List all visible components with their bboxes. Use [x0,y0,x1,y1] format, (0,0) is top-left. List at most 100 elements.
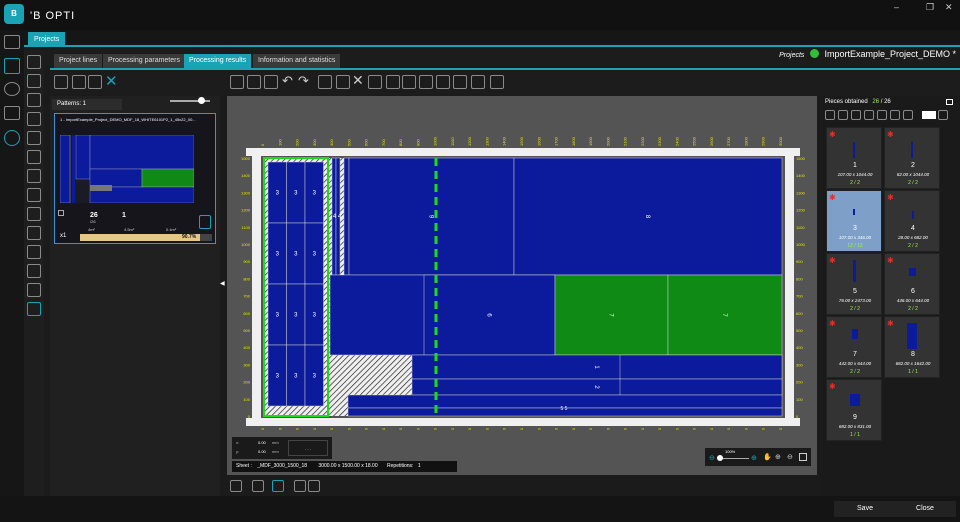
y-tick-label: 500 [796,328,803,333]
maximize-button[interactable]: ❐ [926,2,934,13]
sheet-info: Sheet : _MDF_3000_1500_18 3000.00 x 1500… [232,461,457,472]
list-icon[interactable] [230,480,242,492]
piece-card[interactable]: ✱ 4 28.00 x 682.00 2 / 2 [884,190,940,252]
save-button[interactable]: Save [834,501,896,517]
settings-icon[interactable] [4,130,20,146]
piece-view-icon[interactable] [938,110,948,120]
refresh-icon[interactable] [27,188,41,202]
help-icon[interactable] [27,302,41,316]
tab-processing-parameters[interactable]: Processing parameters [103,54,185,68]
piece-filter-icon-6[interactable] [890,110,900,120]
piece-filter-icon-7[interactable] [903,110,913,120]
remove-icon[interactable]: ✕ [352,72,364,89]
optimization-icon[interactable] [4,58,20,74]
zoom-in-icon[interactable]: ⊕ [751,454,757,462]
move-down-icon[interactable] [88,75,102,89]
results-toolbar [50,70,960,95]
pan-icon[interactable]: ✋ [763,453,772,461]
align-icon[interactable] [230,75,244,89]
tab-project-lines[interactable]: Project lines [54,54,103,68]
labels-icon[interactable] [294,480,306,492]
piece-card[interactable]: ✱ 3 107.00 x 346.00 12 / 12 [826,190,882,252]
piece-filter-icon-3[interactable] [851,110,861,120]
fit-icon[interactable] [799,453,807,461]
x-tick-label: 1100 [450,137,455,146]
piece-marker-icon: ✱ [829,319,836,328]
close-button[interactable]: Close [894,501,956,517]
tab-information-statistics[interactable]: Information and statistics [253,54,341,68]
redo-icon[interactable]: ↷ [298,73,309,89]
maximize-panel-icon[interactable] [946,99,953,105]
slider-thumb[interactable] [198,97,205,104]
coord-extra[interactable]: - - - [288,440,328,456]
zoom-thumb[interactable] [717,455,723,461]
add-icon[interactable] [27,55,41,69]
layers-icon[interactable] [471,75,485,89]
piece-search-input[interactable] [922,111,936,119]
sheet-icon[interactable] [252,480,264,492]
tab-processing-results[interactable]: Processing results [184,54,252,68]
cutting-sheet[interactable]: 0 0 100 100 200 200 300 300 400 400 500 500 600 600 70… [240,130,805,430]
tab-projects[interactable]: Projects [28,32,66,47]
piece-card[interactable]: ✱ 9 682.00 x 831.00 1 / 1 [826,379,882,441]
import-icon[interactable] [27,131,41,145]
piece-strip [343,157,350,276]
minimize-button[interactable]: – [894,2,899,12]
clipboard-icon[interactable] [386,75,400,89]
file-icon[interactable] [27,169,41,183]
piece-filter-icon-5[interactable] [877,110,887,120]
new-page-icon[interactable] [264,75,278,89]
move-up-icon[interactable] [72,75,86,89]
label-icon[interactable] [27,264,41,278]
zoom-minus-icon[interactable]: ⊖ [787,453,793,461]
piece-card[interactable]: ✱ 6 446.00 x 644.00 2 / 2 [884,253,940,315]
undo-icon[interactable]: ↶ [282,73,293,89]
delete-icon[interactable] [27,150,41,164]
join-icon[interactable] [453,75,467,89]
pieces-view-icon[interactable] [272,480,284,492]
insert-icon[interactable] [419,75,433,89]
check-icon[interactable] [27,245,41,259]
paste-icon[interactable] [402,75,416,89]
pieces-count: 26 [90,212,98,219]
piece-card[interactable]: ✱ 1 107.00 x 1044.00 2 / 2 [826,127,882,189]
pattern-checkbox[interactable] [58,210,64,216]
bulb-icon[interactable] [27,226,41,240]
piece-card[interactable]: ✱ 8 682.00 x 1642.00 1 / 1 [884,316,940,378]
piece-shape [907,323,917,349]
split-icon[interactable] [436,75,450,89]
piece-filter-icon-1[interactable] [825,110,835,120]
close-window-button[interactable]: ✕ [945,2,953,13]
edge-icon[interactable] [4,106,20,120]
save-pattern-icon[interactable] [247,75,261,89]
cancel-icon[interactable]: ✕ [105,72,118,90]
grid-icon[interactable] [318,75,332,89]
duplicate-icon[interactable] [27,112,41,126]
x-tick-label: 2300 [657,427,662,430]
nest-icon[interactable] [54,75,68,89]
left-navigation [0,30,24,522]
offcut-icon[interactable] [308,480,320,492]
zoom-area-icon[interactable]: ⊕ [775,453,781,461]
export-icon[interactable] [490,75,504,89]
piece-filter-icon-2[interactable] [838,110,848,120]
piece-card[interactable]: ✱ 7 442.00 x 644.00 2 / 2 [826,316,882,378]
material-icon[interactable] [4,82,20,96]
pattern-export-icon[interactable] [199,215,211,229]
collapse-panel-icon[interactable]: ◀ [220,280,225,287]
piece-filter-icon-4[interactable] [864,110,874,120]
pattern-thumbnail [60,135,194,203]
table-icon[interactable] [336,75,350,89]
document-icon[interactable] [27,93,41,107]
cut-icon[interactable] [368,75,382,89]
piece-count: 2 / 2 [908,243,918,249]
piece-card[interactable]: ✱ 5 76.00 x 2473.00 2 / 2 [826,253,882,315]
y-tick-label: 400 [243,345,250,350]
rotate-icon[interactable] [27,207,41,221]
flag-icon[interactable] [27,283,41,297]
projects-label[interactable]: Projects [779,52,804,59]
layout-icon[interactable] [4,35,20,49]
copy-icon[interactable] [27,74,41,88]
piece-card[interactable]: ✱ 2 82.00 x 1044.00 2 / 2 [884,127,940,189]
zoom-out-icon[interactable]: ⊖ [709,454,715,462]
